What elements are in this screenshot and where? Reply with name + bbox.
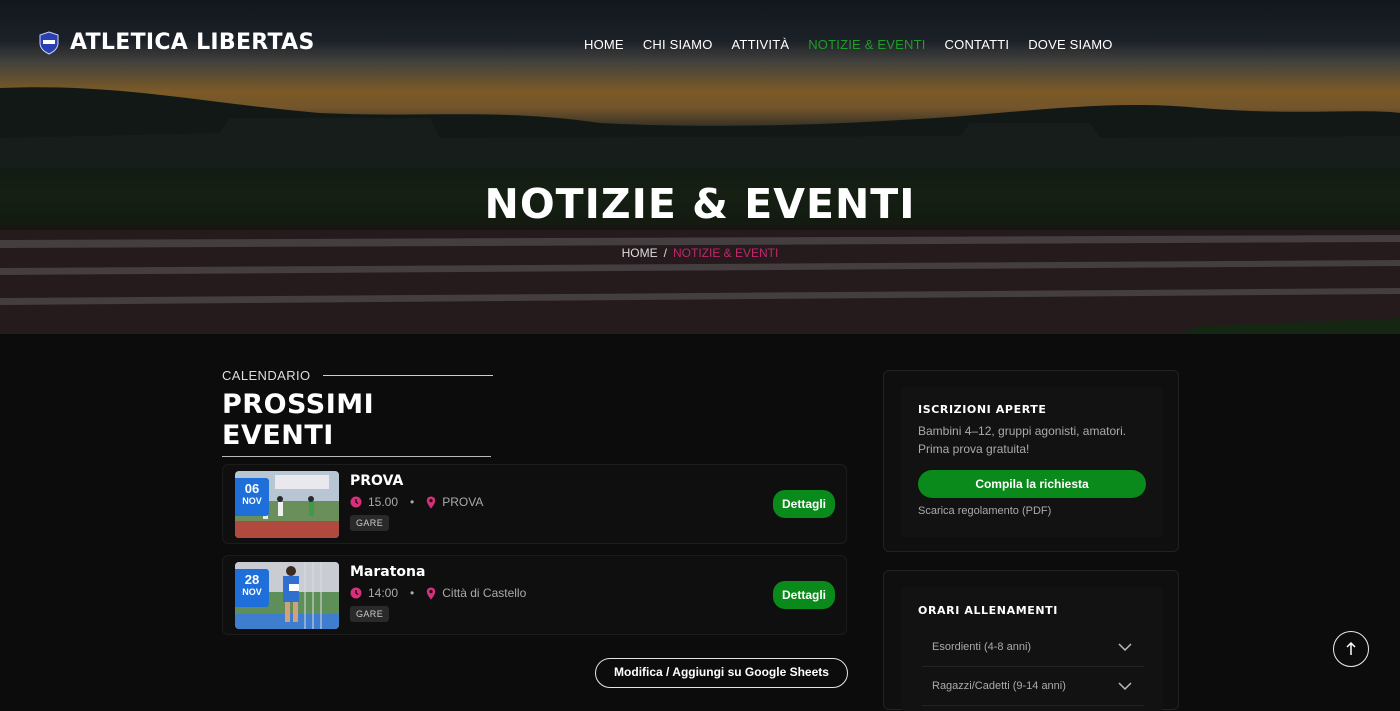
section-title: PROSSIMI EVENTI — [222, 389, 491, 457]
event-date-badge: 28 NOV — [235, 569, 269, 607]
nav-chi-siamo[interactable]: CHI SIAMO — [643, 37, 713, 52]
signup-request-button[interactable]: Compila la richiesta — [918, 470, 1146, 498]
event-day: 28 — [244, 572, 260, 587]
breadcrumb: HOME / NOTIZIE & EVENTI — [0, 246, 1400, 260]
nav-contatti[interactable]: CONTATTI — [945, 37, 1010, 52]
event-day: 06 — [244, 481, 260, 496]
regulation-pdf-link[interactable]: Scarica regolamento (PDF) — [918, 505, 1051, 517]
event-details-button[interactable]: Dettagli — [772, 490, 835, 518]
event-details-button[interactable]: Dettagli — [772, 581, 835, 609]
event-tag: GARE — [350, 606, 390, 622]
event-tag: GARE — [350, 515, 390, 531]
event-card[interactable]: 06 NOV PROVA 15.00 • PROVA GARE Dettagli — [222, 464, 847, 544]
chevron-down-icon — [1118, 682, 1132, 690]
breadcrumb-separator: / — [663, 246, 667, 260]
event-image: 28 NOV — [235, 562, 339, 629]
event-image: 06 NOV — [235, 471, 339, 538]
event-time: 14:00 — [368, 586, 399, 600]
location-pin-icon — [427, 496, 436, 508]
nav-dove-siamo[interactable]: DOVE SIAMO — [1028, 37, 1112, 52]
section-kicker: CALENDARIO — [222, 368, 311, 383]
event-month: NOV — [242, 496, 262, 506]
signup-text-line2: Prima prova gratuita! — [918, 442, 1030, 456]
event-meta: 14:00 • Città di Castello — [350, 586, 526, 600]
event-title[interactable]: Maratona — [350, 564, 425, 580]
event-card[interactable]: 28 NOV Maratona 14:00 • Città di Castell… — [222, 555, 847, 635]
training-accordion-item[interactable]: Ragazzi/Cadetti (9-14 anni) — [922, 668, 1144, 706]
google-sheets-button[interactable]: Modifica / Aggiungi su Google Sheets — [595, 658, 848, 688]
breadcrumb-home[interactable]: HOME — [622, 246, 658, 260]
kicker-divider — [322, 375, 493, 376]
back-to-top-button[interactable] — [1333, 631, 1369, 667]
location-pin-icon — [427, 587, 436, 599]
hero-banner: ATLETICA LIBERTAS HOME CHI SIAMO ATTIVIT… — [0, 0, 1400, 334]
signup-card: ISCRIZIONI APERTE Bambini 4–12, gruppi a… — [883, 370, 1179, 552]
training-accordion-item[interactable]: Esordienti (4-8 anni) — [922, 629, 1144, 667]
nav-attivita[interactable]: ATTIVITÀ — [732, 37, 790, 52]
clock-icon — [350, 587, 362, 599]
training-title: ORARI ALLENAMENTI — [918, 604, 1058, 617]
brand-name: ATLETICA LIBERTAS — [70, 30, 315, 55]
club-shield-icon — [39, 30, 59, 55]
page-title: NOTIZIE & EVENTI — [484, 180, 916, 228]
event-date-badge: 06 NOV — [235, 478, 269, 516]
events-header: CALENDARIO PROSSIMI EVENTI — [222, 368, 493, 457]
brand[interactable]: ATLETICA LIBERTAS — [38, 30, 315, 55]
nav-home[interactable]: HOME — [584, 37, 624, 52]
training-group-label: Esordienti (4-8 anni) — [932, 641, 1032, 653]
meta-separator: • — [410, 586, 415, 600]
meta-separator: • — [410, 495, 415, 509]
training-group-label: Ragazzi/Cadetti (9-14 anni) — [932, 680, 1066, 692]
event-meta: 15.00 • PROVA — [350, 495, 483, 509]
event-location: Città di Castello — [442, 586, 527, 600]
clock-icon — [350, 496, 362, 508]
signup-title: ISCRIZIONI APERTE — [918, 403, 1047, 416]
main-nav: HOME CHI SIAMO ATTIVITÀ NOTIZIE & EVENTI… — [584, 37, 1113, 52]
event-time: 15.00 — [368, 495, 399, 509]
nav-notizie-eventi[interactable]: NOTIZIE & EVENTI — [808, 37, 925, 52]
signup-text-line1: Bambini 4–12, gruppi agonisti, amatori. — [918, 424, 1127, 438]
event-title[interactable]: PROVA — [350, 473, 403, 489]
arrow-up-icon — [1346, 642, 1356, 655]
event-month: NOV — [242, 587, 262, 597]
event-location: PROVA — [442, 495, 484, 509]
chevron-down-icon — [1118, 643, 1132, 651]
training-card: ORARI ALLENAMENTI Esordienti (4-8 anni) … — [883, 570, 1179, 711]
breadcrumb-current: NOTIZIE & EVENTI — [672, 246, 779, 260]
